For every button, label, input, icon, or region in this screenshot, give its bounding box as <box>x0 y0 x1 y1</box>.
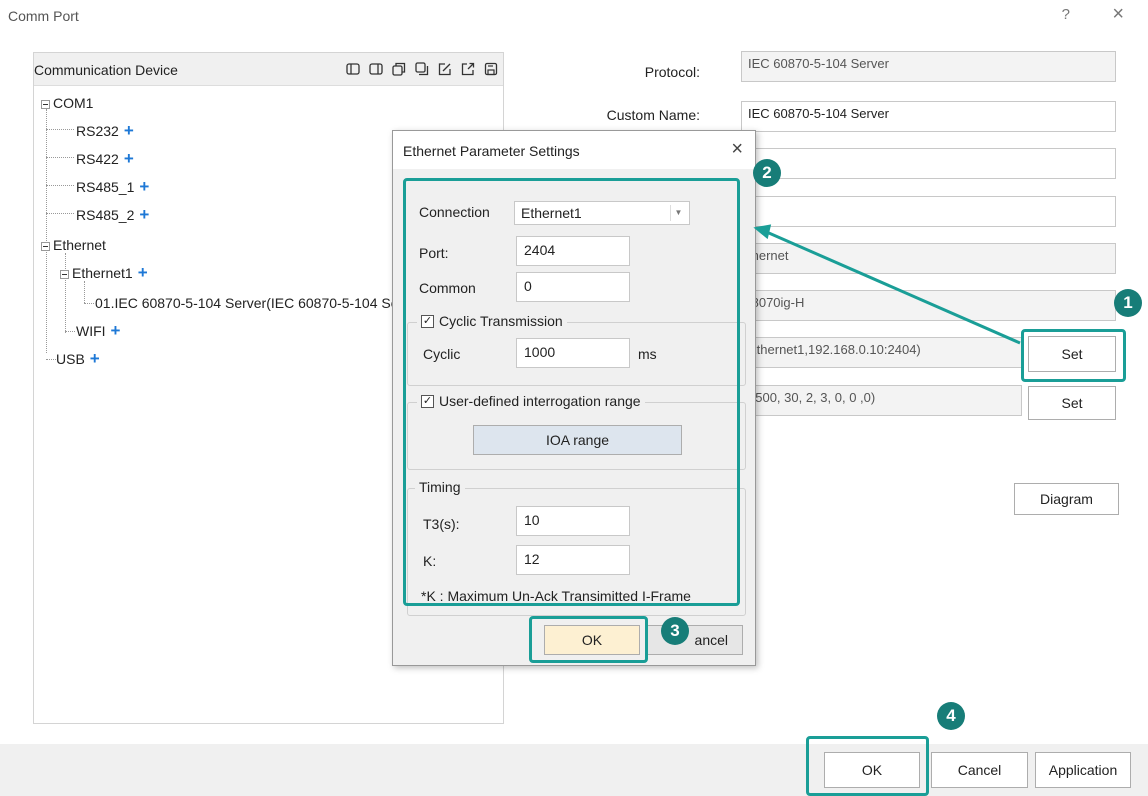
step-badge-3: 3 <box>661 617 689 645</box>
text-field-3[interactable] <box>741 148 1116 179</box>
tree-node-usb[interactable]: USB + <box>56 347 100 371</box>
panel-header: Communication Device <box>34 53 503 86</box>
panel-title: Communication Device <box>34 62 178 78</box>
window-close-icon[interactable]: × <box>1112 3 1124 26</box>
step-badge-1: 1 <box>1114 289 1142 317</box>
add-icon[interactable]: + <box>139 177 149 196</box>
copy-icon[interactable] <box>391 61 407 77</box>
annotation-arrow <box>753 224 1021 345</box>
tree-node-rs485-2[interactable]: RS485_2 + <box>76 203 149 227</box>
dialog-close-icon[interactable]: × <box>731 138 743 161</box>
help-icon[interactable]: ? <box>1062 6 1070 23</box>
add-icon[interactable]: + <box>90 349 100 368</box>
tree-line <box>65 331 75 332</box>
collapse-icon[interactable] <box>345 61 361 77</box>
custom-name-field[interactable]: IEC 60870-5-104 Server <box>741 101 1116 132</box>
collapse-node-icon[interactable] <box>41 99 50 109</box>
edit-icon[interactable] <box>437 61 453 77</box>
add-icon[interactable]: + <box>139 205 149 224</box>
protocol-field: IEC 60870-5-104 Server <box>741 51 1116 82</box>
tree-line <box>46 109 47 353</box>
tree-line <box>46 185 74 186</box>
collapse-node-icon[interactable] <box>60 269 69 279</box>
tree-toolbar <box>345 61 499 77</box>
diagram-button[interactable]: Diagram <box>1014 483 1119 515</box>
export-icon[interactable] <box>460 61 476 77</box>
timing-field: 1500, 30, 2, 3, 0, 0 ,0) <box>741 385 1022 416</box>
add-icon[interactable]: + <box>138 263 148 282</box>
add-icon[interactable]: + <box>124 121 134 140</box>
tree-line <box>46 157 74 158</box>
step-badge-2: 2 <box>753 159 781 187</box>
tree-line <box>46 129 74 130</box>
tree-node-com1[interactable]: COM1 <box>41 91 93 115</box>
highlight-dialog-ok <box>529 616 648 663</box>
protocol-label: Protocol: <box>644 64 700 80</box>
highlight-ok-button <box>806 736 929 796</box>
tree-node-rs232[interactable]: RS232 + <box>76 119 134 143</box>
expand-icon[interactable] <box>368 61 384 77</box>
tree-node-ethernet1[interactable]: Ethernet1 + <box>60 261 148 285</box>
tree-node-wifi[interactable]: WIFI + <box>76 319 120 343</box>
window-titlebar: Comm Port ? × <box>0 0 1148 34</box>
set-timing-button[interactable]: Set <box>1028 386 1116 420</box>
save-icon[interactable] <box>483 61 499 77</box>
tree-line <box>84 303 94 304</box>
paste-icon[interactable] <box>414 61 430 77</box>
tree-node-server[interactable]: 01.IEC 60870-5-104 Server(IEC 60870-5-10… <box>95 291 399 315</box>
dialog-titlebar: Ethernet Parameter Settings × <box>393 131 755 169</box>
tree-node-rs485-1[interactable]: RS485_1 + <box>76 175 149 199</box>
tree-line <box>46 359 56 360</box>
tree-node-rs422[interactable]: RS422 + <box>76 147 134 171</box>
step-badge-4: 4 <box>937 702 965 730</box>
highlight-set-button <box>1021 329 1126 382</box>
collapse-node-icon[interactable] <box>41 241 50 251</box>
tree-node-ethernet[interactable]: Ethernet <box>41 233 106 257</box>
cancel-button[interactable]: Cancel <box>931 752 1028 788</box>
window-title: Comm Port <box>8 8 79 24</box>
add-icon[interactable]: + <box>111 321 121 340</box>
tree-line <box>46 213 74 214</box>
application-button[interactable]: Application <box>1035 752 1131 788</box>
dialog-title: Ethernet Parameter Settings <box>403 143 580 159</box>
add-icon[interactable]: + <box>124 149 134 168</box>
custom-name-label: Custom Name: <box>606 107 700 123</box>
highlight-dialog-params <box>403 178 740 606</box>
